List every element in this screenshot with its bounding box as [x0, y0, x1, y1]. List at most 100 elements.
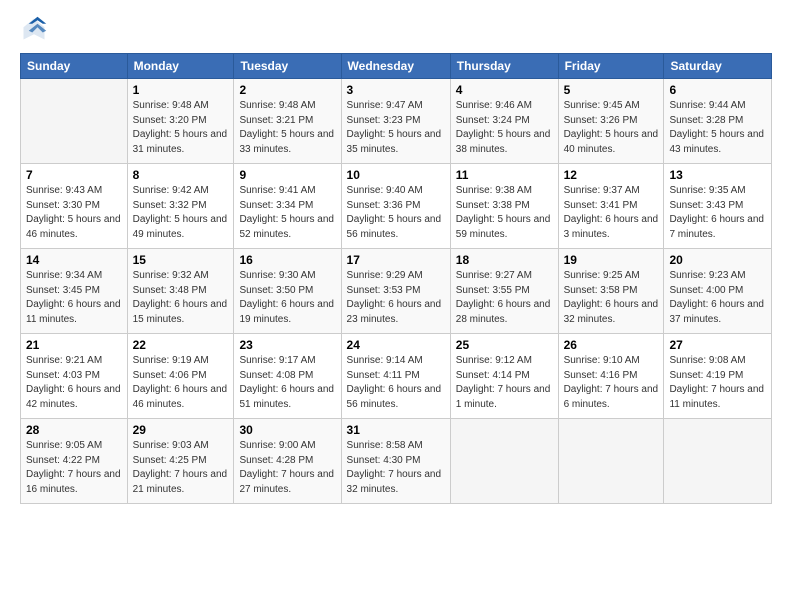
day-number: 28: [26, 423, 122, 437]
header-sunday: Sunday: [21, 54, 128, 79]
day-number: 16: [239, 253, 335, 267]
calendar-cell: 21Sunrise: 9:21 AMSunset: 4:03 PMDayligh…: [21, 334, 128, 419]
day-info: Sunrise: 9:40 AMSunset: 3:36 PMDaylight:…: [347, 184, 445, 242]
day-number: 23: [239, 338, 335, 352]
calendar-cell: 24 Sunrise: 9:14 AMSunset: 4:11 PMDayligh…: [341, 334, 450, 419]
header-tuesday: Tuesday: [234, 54, 341, 79]
day-number: 12: [564, 168, 659, 182]
day-number: 3: [347, 83, 445, 97]
day-info: Sunrise: 9:46 AMSunset: 3:24 PMDaylight:…: [456, 99, 553, 157]
header-friday: Friday: [558, 54, 664, 79]
calendar-cell: 5 Sunrise: 9:45 AMSunset: 3:26 PMDaylight…: [558, 79, 664, 164]
calendar-cell: 8 Sunrise: 9:42 AMSunset: 3:32 PMDaylight…: [127, 164, 234, 249]
day-info: Sunrise: 9:14 AMSunset: 4:11 PMDaylight:…: [347, 354, 445, 412]
calendar-cell: 14 Sunrise: 9:34 AMSunset: 3:45 PMDayligh…: [21, 249, 128, 334]
day-info: Sunrise: 9:34 AMSunset: 3:45 PMDaylight:…: [26, 269, 122, 327]
calendar-cell: 7 Sunrise: 9:43 AMSunset: 3:30 PMDaylight…: [21, 164, 128, 249]
day-info: Sunrise: 9:42 AMSunset: 3:32 PMDaylight:…: [133, 184, 229, 242]
calendar-cell: 27Sunrise: 9:08 AMSunset: 4:19 PMDayligh…: [664, 334, 772, 419]
calendar-header-row: SundayMondayTuesdayWednesdayThursdayFrid…: [21, 54, 772, 79]
day-info: Sunrise: 9:32 AMSunset: 3:48 PMDaylight:…: [133, 269, 229, 327]
day-number: 7: [26, 168, 122, 182]
day-info: Sunrise: 9:27 AMSunset: 3:55 PMDaylight:…: [456, 269, 553, 327]
day-number: 13: [669, 168, 766, 182]
calendar-cell: 1 Sunrise: 9:48 AMSunset: 3:20 PMDaylight…: [127, 79, 234, 164]
calendar-cell: 19 Sunrise: 9:25 AMSunset: 3:58 PMDayligh…: [558, 249, 664, 334]
week-row-0: 1 Sunrise: 9:48 AMSunset: 3:20 PMDaylight…: [21, 79, 772, 164]
calendar-cell: [664, 419, 772, 504]
day-number: 2: [239, 83, 335, 97]
calendar-cell: 22 Sunrise: 9:19 AMSunset: 4:06 PMDayligh…: [127, 334, 234, 419]
calendar-cell: 25Sunrise: 9:12 AMSunset: 4:14 PMDayligh…: [450, 334, 558, 419]
day-number: 22: [133, 338, 229, 352]
page-header: [20, 15, 772, 43]
calendar-cell: 15 Sunrise: 9:32 AMSunset: 3:48 PMDayligh…: [127, 249, 234, 334]
calendar-cell: 13Sunrise: 9:35 AMSunset: 3:43 PMDayligh…: [664, 164, 772, 249]
day-info: Sunrise: 9:41 AMSunset: 3:34 PMDaylight:…: [239, 184, 335, 242]
header-thursday: Thursday: [450, 54, 558, 79]
day-info: Sunrise: 9:08 AMSunset: 4:19 PMDaylight:…: [669, 354, 766, 412]
calendar-cell: 10 Sunrise: 9:40 AMSunset: 3:36 PMDayligh…: [341, 164, 450, 249]
calendar-cell: 12 Sunrise: 9:37 AMSunset: 3:41 PMDayligh…: [558, 164, 664, 249]
week-row-1: 7 Sunrise: 9:43 AMSunset: 3:30 PMDaylight…: [21, 164, 772, 249]
day-info: Sunrise: 9:48 AMSunset: 3:20 PMDaylight:…: [133, 99, 229, 157]
day-number: 17: [347, 253, 445, 267]
day-number: 1: [133, 83, 229, 97]
calendar-cell: 3 Sunrise: 9:47 AMSunset: 3:23 PMDaylight…: [341, 79, 450, 164]
day-info: Sunrise: 9:38 AMSunset: 3:38 PMDaylight:…: [456, 184, 553, 242]
calendar-cell: 28 Sunrise: 9:05 AMSunset: 4:22 PMDayligh…: [21, 419, 128, 504]
header-monday: Monday: [127, 54, 234, 79]
day-number: 24: [347, 338, 445, 352]
day-info: Sunrise: 9:03 AMSunset: 4:25 PMDaylight:…: [133, 439, 229, 497]
day-number: 15: [133, 253, 229, 267]
calendar-cell: 20Sunrise: 9:23 AMSunset: 4:00 PMDayligh…: [664, 249, 772, 334]
calendar-cell: 4 Sunrise: 9:46 AMSunset: 3:24 PMDaylight…: [450, 79, 558, 164]
week-row-4: 28 Sunrise: 9:05 AMSunset: 4:22 PMDayligh…: [21, 419, 772, 504]
day-info: Sunrise: 9:05 AMSunset: 4:22 PMDaylight:…: [26, 439, 122, 497]
day-number: 6: [669, 83, 766, 97]
day-info: Sunrise: 9:23 AMSunset: 4:00 PMDaylight:…: [669, 269, 766, 327]
day-number: 26: [564, 338, 659, 352]
day-info: Sunrise: 9:45 AMSunset: 3:26 PMDaylight:…: [564, 99, 659, 157]
header-wednesday: Wednesday: [341, 54, 450, 79]
calendar-cell: 6Sunrise: 9:44 AMSunset: 3:28 PMDaylight…: [664, 79, 772, 164]
day-info: Sunrise: 9:19 AMSunset: 4:06 PMDaylight:…: [133, 354, 229, 412]
day-info: Sunrise: 9:00 AMSunset: 4:28 PMDaylight:…: [239, 439, 335, 497]
day-number: 8: [133, 168, 229, 182]
week-row-3: 21Sunrise: 9:21 AMSunset: 4:03 PMDayligh…: [21, 334, 772, 419]
day-number: 11: [456, 168, 553, 182]
calendar-cell: 30Sunrise: 9:00 AMSunset: 4:28 PMDayligh…: [234, 419, 341, 504]
day-number: 14: [26, 253, 122, 267]
day-number: 4: [456, 83, 553, 97]
logo-icon: [20, 15, 48, 43]
header-saturday: Saturday: [664, 54, 772, 79]
day-number: 29: [133, 423, 229, 437]
day-info: Sunrise: 9:21 AMSunset: 4:03 PMDaylight:…: [26, 354, 122, 412]
calendar-cell: 31 Sunrise: 8:58 AMSunset: 4:30 PMDayligh…: [341, 419, 450, 504]
calendar-cell: [558, 419, 664, 504]
calendar-cell: [21, 79, 128, 164]
day-number: 19: [564, 253, 659, 267]
week-row-2: 14 Sunrise: 9:34 AMSunset: 3:45 PMDayligh…: [21, 249, 772, 334]
calendar-cell: 9Sunrise: 9:41 AMSunset: 3:34 PMDaylight…: [234, 164, 341, 249]
day-info: Sunrise: 9:37 AMSunset: 3:41 PMDaylight:…: [564, 184, 659, 242]
calendar-cell: 23 Sunrise: 9:17 AMSunset: 4:08 PMDayligh…: [234, 334, 341, 419]
day-number: 25: [456, 338, 553, 352]
day-info: Sunrise: 8:58 AMSunset: 4:30 PMDaylight:…: [347, 439, 445, 497]
calendar-cell: 17Sunrise: 9:29 AMSunset: 3:53 PMDayligh…: [341, 249, 450, 334]
day-info: Sunrise: 9:25 AMSunset: 3:58 PMDaylight:…: [564, 269, 659, 327]
calendar-cell: 29 Sunrise: 9:03 AMSunset: 4:25 PMDayligh…: [127, 419, 234, 504]
day-info: Sunrise: 9:47 AMSunset: 3:23 PMDaylight:…: [347, 99, 445, 157]
calendar-cell: 18Sunrise: 9:27 AMSunset: 3:55 PMDayligh…: [450, 249, 558, 334]
day-info: Sunrise: 9:30 AMSunset: 3:50 PMDaylight:…: [239, 269, 335, 327]
day-info: Sunrise: 9:43 AMSunset: 3:30 PMDaylight:…: [26, 184, 122, 242]
day-number: 5: [564, 83, 659, 97]
calendar-cell: 26 Sunrise: 9:10 AMSunset: 4:16 PMDayligh…: [558, 334, 664, 419]
calendar-cell: 16 Sunrise: 9:30 AMSunset: 3:50 PMDayligh…: [234, 249, 341, 334]
calendar-cell: 11 Sunrise: 9:38 AMSunset: 3:38 PMDayligh…: [450, 164, 558, 249]
day-number: 31: [347, 423, 445, 437]
day-number: 10: [347, 168, 445, 182]
calendar-table: SundayMondayTuesdayWednesdayThursdayFrid…: [20, 53, 772, 504]
day-info: Sunrise: 9:17 AMSunset: 4:08 PMDaylight:…: [239, 354, 335, 412]
day-info: Sunrise: 9:10 AMSunset: 4:16 PMDaylight:…: [564, 354, 659, 412]
